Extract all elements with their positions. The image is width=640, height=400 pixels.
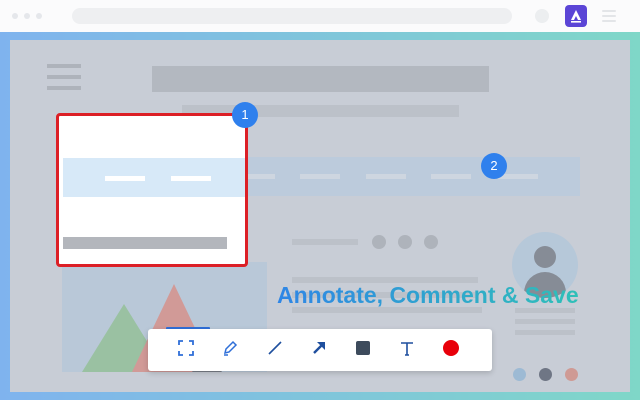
tool-rectangle[interactable]: [347, 329, 379, 371]
tool-select-area[interactable]: [170, 329, 202, 371]
selection-band-dash: [105, 176, 145, 181]
selection-region[interactable]: [56, 113, 248, 267]
page-menu-line: [47, 86, 81, 90]
selection-text-line: [63, 237, 227, 249]
extension-logo-icon[interactable]: [565, 5, 587, 27]
annotation-badge-2[interactable]: 2: [481, 153, 507, 179]
selection-band: [63, 158, 245, 197]
tool-text[interactable]: [391, 329, 423, 371]
selection-band-dash: [171, 176, 211, 181]
color-dot-dark: [539, 368, 552, 381]
window-minimize-dot[interactable]: [24, 13, 30, 19]
window-close-dot[interactable]: [12, 13, 18, 19]
profile-line: [515, 319, 575, 324]
band-dash: [431, 174, 471, 179]
browser-chrome: [0, 0, 640, 32]
meta-line-placeholder: [292, 239, 358, 245]
tool-line[interactable]: [259, 329, 291, 371]
meta-dot: [372, 235, 386, 249]
profile-icon[interactable]: [535, 9, 549, 23]
text-icon: [399, 340, 415, 360]
page-menu-line: [47, 75, 81, 79]
band-dash: [300, 174, 340, 179]
page-title-placeholder: [152, 66, 489, 92]
meta-dot: [398, 235, 412, 249]
color-dot-red: [565, 368, 578, 381]
address-bar[interactable]: [72, 8, 512, 24]
tool-highlighter[interactable]: [214, 329, 246, 371]
feature-caption: Annotate, Comment & Save: [277, 282, 579, 308]
line-icon: [267, 340, 283, 360]
color-dot-blue: [513, 368, 526, 381]
arrow-icon: [311, 340, 327, 360]
hamburger-menu-icon[interactable]: [602, 10, 616, 25]
tool-color[interactable]: [435, 329, 467, 371]
pencil-icon: [222, 340, 238, 360]
page-menu-line: [47, 64, 81, 68]
crop-select-icon: [178, 340, 194, 360]
avatar-head: [534, 246, 556, 268]
band-dash: [498, 174, 538, 179]
annotation-toolbar: [148, 329, 492, 371]
annotation-badge-1[interactable]: 1: [232, 102, 258, 128]
window-maximize-dot[interactable]: [36, 13, 42, 19]
tool-arrow[interactable]: [303, 329, 335, 371]
meta-dot: [424, 235, 438, 249]
square-icon: [355, 340, 371, 360]
band-dash: [366, 174, 406, 179]
profile-line: [515, 330, 575, 335]
color-dot-icon: [442, 339, 460, 361]
